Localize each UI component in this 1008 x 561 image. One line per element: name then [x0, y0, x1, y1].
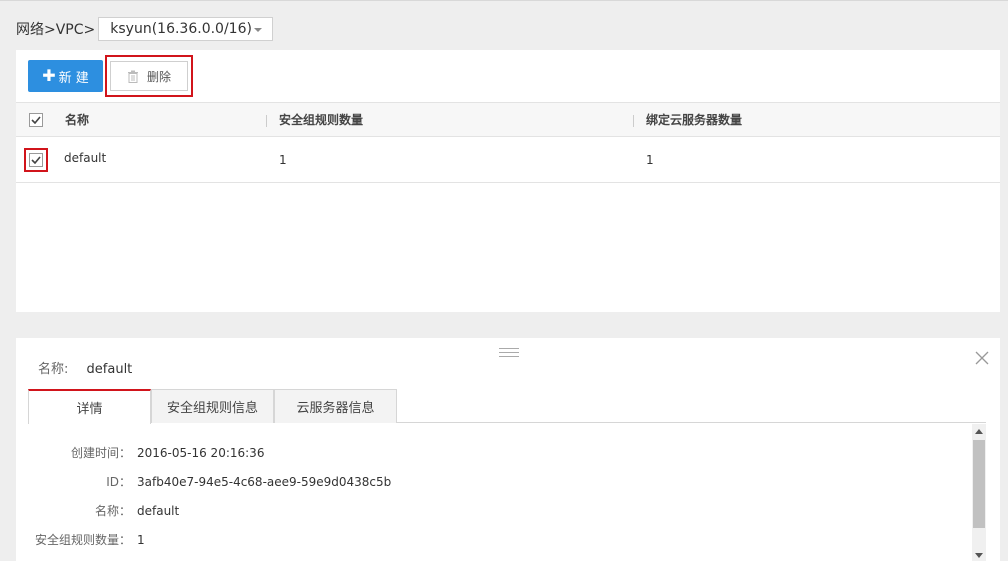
tab-servers[interactable]: 云服务器信息	[274, 389, 397, 423]
detail-name-label: 名称:	[38, 362, 69, 377]
toolbar: ✚ 新 建 删除	[28, 55, 193, 97]
scrollbar-thumb[interactable]	[973, 440, 985, 528]
detail-name-value: default	[86, 362, 133, 377]
detail-field: 安全组规则数量： 1	[16, 525, 966, 554]
detail-field: 创建时间： 2016-05-16 20:16:36	[16, 438, 966, 467]
detail-field-value: 2016-05-16 20:16:36	[137, 445, 265, 460]
top-border	[0, 0, 1008, 1]
detail-field-value: default	[137, 503, 180, 518]
detail-tabs: 详情 安全组规则信息 云服务器信息	[28, 389, 986, 424]
delete-button-highlight: 删除	[105, 55, 193, 97]
table-header: 名称 安全组规则数量 绑定云服务器数量	[16, 102, 1000, 137]
drag-handle-icon[interactable]	[499, 348, 519, 358]
delete-button-label: 删除	[146, 69, 171, 84]
close-icon[interactable]	[974, 350, 990, 366]
detail-panel: 名称: default 详情 安全组规则信息 云服务器信息 创建时间： 2016…	[16, 338, 1000, 561]
detail-field-label: 安全组规则数量：	[34, 533, 131, 547]
detail-field: 名称： default	[16, 496, 966, 525]
detail-field: ID： 3afb40e7-94e5-4c68-aee9-59e9d0438c5b	[16, 467, 966, 496]
column-header-server-count: 绑定云服务器数量	[646, 113, 743, 127]
new-button-label: 新 建	[58, 70, 89, 86]
delete-button[interactable]: 删除	[110, 61, 188, 91]
column-separator	[266, 115, 267, 127]
table-row[interactable]: default 1 1	[16, 137, 1000, 183]
detail-name-row: 名称: default	[38, 358, 132, 377]
column-header-name: 名称	[65, 113, 90, 127]
security-group-table: 名称 安全组规则数量 绑定云服务器数量 default 1 1	[16, 102, 1000, 183]
trash-icon	[127, 70, 138, 83]
checkmark-icon	[31, 115, 41, 124]
detail-scrollbar[interactable]	[972, 424, 986, 561]
detail-field-label: ID：	[106, 475, 131, 489]
plus-icon: ✚	[42, 66, 56, 85]
detail-field-label: 名称：	[94, 504, 131, 518]
column-header-rule-count: 安全组规则数量	[279, 113, 364, 127]
vpc-select-value: ksyun(16.36.0.0/16)	[110, 21, 252, 37]
column-separator	[633, 115, 634, 127]
scroll-down-icon[interactable]	[975, 553, 983, 558]
select-all-checkbox[interactable]	[29, 112, 43, 127]
detail-fields: 创建时间： 2016-05-16 20:16:36 ID： 3afb40e7-9…	[16, 438, 966, 554]
vpc-select[interactable]: ksyun(16.36.0.0/16)	[98, 17, 273, 41]
row-checkbox-highlight	[24, 147, 48, 172]
breadcrumb-path: 网络>VPC>	[16, 22, 96, 38]
security-group-list-panel: ✚ 新 建 删除 名称 安全组规则数量 绑定云服务器数量 default 1 1	[16, 50, 1000, 312]
row-checkbox[interactable]	[29, 152, 43, 167]
checkmark-icon	[31, 155, 41, 164]
row-server-count: 1	[646, 152, 654, 167]
detail-field-label: 创建时间：	[70, 446, 131, 460]
row-rule-count: 1	[279, 152, 287, 167]
tab-details[interactable]: 详情	[28, 389, 151, 424]
row-name: default	[64, 150, 107, 165]
detail-field-value: 3afb40e7-94e5-4c68-aee9-59e9d0438c5b	[137, 474, 392, 489]
detail-field-value: 1	[137, 532, 145, 547]
scroll-up-icon[interactable]	[975, 429, 983, 434]
chevron-down-icon	[253, 28, 262, 32]
tab-security-rules[interactable]: 安全组规则信息	[151, 389, 274, 423]
breadcrumb: 网络>VPC> ksyun(16.36.0.0/16)	[16, 17, 273, 41]
new-button[interactable]: ✚ 新 建	[28, 60, 103, 92]
